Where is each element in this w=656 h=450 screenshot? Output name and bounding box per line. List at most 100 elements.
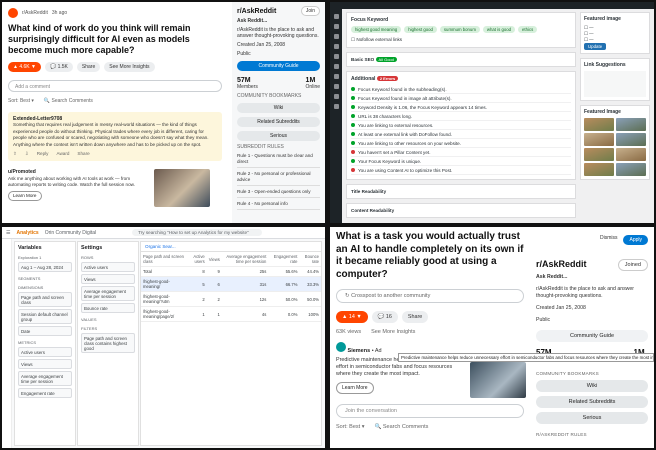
- keyword-chip[interactable]: ethics: [518, 26, 538, 33]
- column-header[interactable]: Bounce rate: [299, 252, 321, 267]
- content-readability-row[interactable]: Content Readability: [346, 203, 576, 218]
- row-chip[interactable]: Active users: [81, 262, 135, 272]
- column-header[interactable]: Engagement rate: [268, 252, 300, 267]
- learn-more-button[interactable]: Learn More: [8, 191, 42, 202]
- sort-dropdown[interactable]: Sort: Best ▾: [8, 98, 34, 104]
- dimension-chip[interactable]: Session default channel group: [18, 309, 72, 324]
- search-comments[interactable]: 🔍 Search Comments: [44, 98, 93, 104]
- keyword-chip[interactable]: summum bonum: [439, 26, 480, 33]
- metric-chip[interactable]: Engagement rate: [18, 388, 72, 398]
- vote-button[interactable]: ▲ 4.6K ▼: [8, 62, 41, 72]
- sort-dropdown[interactable]: Sort: Best ▾: [336, 424, 364, 430]
- column-header[interactable]: Active users: [186, 252, 207, 267]
- keyword-chip[interactable]: highest good: [404, 26, 437, 33]
- insights-link[interactable]: See More Insights: [371, 329, 415, 335]
- related-subreddits-button[interactable]: Related Subreddits: [237, 117, 320, 127]
- serious-button[interactable]: Serious: [536, 412, 648, 424]
- thumbnail[interactable]: [616, 118, 646, 131]
- row-chip[interactable]: Bounce rate: [81, 303, 135, 313]
- comments-button[interactable]: 💬 1.5K: [44, 62, 73, 72]
- basic-seo-row[interactable]: Basic SEO All Good: [346, 52, 576, 67]
- tab-organic[interactable]: Organic Sear...: [141, 242, 321, 252]
- thumbnail[interactable]: [616, 133, 646, 146]
- posts-icon[interactable]: [333, 24, 339, 29]
- share-comment-button[interactable]: Share: [77, 151, 89, 157]
- search-input[interactable]: Try searching "How to set up Analytics f…: [132, 229, 263, 236]
- insights-link[interactable]: See More Insights: [104, 62, 155, 72]
- advertiser-avatar-icon[interactable]: [336, 342, 346, 352]
- subreddit-avatar-icon[interactable]: [8, 8, 18, 18]
- share-button[interactable]: Share: [76, 62, 101, 72]
- joined-button[interactable]: Joined: [617, 259, 648, 271]
- row-chip[interactable]: Views: [81, 274, 135, 284]
- thumbnail[interactable]: [584, 163, 614, 176]
- join-conversation-input[interactable]: Join the conversation: [336, 404, 524, 418]
- keyword-chip[interactable]: highest good meaning: [351, 26, 402, 33]
- table-row[interactable]: /highest-good-meaning/page/2/1 1 4s 0.0% 100…: [141, 306, 321, 322]
- appearance-icon[interactable]: [333, 64, 339, 69]
- users-icon[interactable]: [333, 84, 339, 89]
- property-name[interactable]: Orin Community Digital: [45, 230, 96, 236]
- crosspost-field[interactable]: ↻ Crosspost to another community: [336, 289, 524, 303]
- serious-button[interactable]: Serious: [237, 131, 320, 141]
- thumbnail[interactable]: [616, 163, 646, 176]
- metric-chip[interactable]: Average engagement time per session: [18, 371, 72, 386]
- update-button[interactable]: Update: [584, 43, 607, 50]
- date-range[interactable]: Aug 1 – Aug 28, 2024: [18, 262, 72, 272]
- menu-icon[interactable]: ☰: [6, 230, 10, 236]
- wiki-button[interactable]: Wiki: [237, 103, 320, 113]
- dismiss-button[interactable]: Dismiss: [600, 235, 618, 245]
- comments-icon[interactable]: [333, 54, 339, 59]
- subreddit-name[interactable]: r/AskReddit: [22, 10, 48, 16]
- rule-item[interactable]: Rule 4 - No personal info: [237, 201, 320, 210]
- reply-button[interactable]: Reply: [37, 151, 49, 157]
- promoted-video-thumbnail[interactable]: [154, 169, 210, 208]
- metric-chip[interactable]: Active users: [18, 347, 72, 357]
- exploration-name[interactable]: Exploration 1: [18, 255, 72, 260]
- title-readability-row[interactable]: Title Readability: [346, 184, 576, 199]
- filter-chip[interactable]: Page path and screen class contains high…: [81, 333, 135, 353]
- pages-icon[interactable]: [333, 44, 339, 49]
- dimension-chip[interactable]: Page path and screen class: [18, 292, 72, 307]
- related-subreddits-button[interactable]: Related Subreddits: [536, 396, 648, 408]
- share-button[interactable]: Share: [401, 311, 429, 323]
- downvote-icon[interactable]: ⇩: [25, 151, 29, 157]
- learn-more-button[interactable]: Learn More: [336, 382, 374, 394]
- row-chip[interactable]: Average engagement time per session: [81, 286, 135, 301]
- search-comments[interactable]: 🔍 Search Comments: [374, 424, 428, 430]
- join-button[interactable]: Join: [300, 6, 320, 16]
- table-row[interactable]: /highest-good-meaning/?utm 2 2 12s 50.0% 50.0…: [141, 291, 321, 307]
- settings-icon[interactable]: [333, 104, 339, 109]
- column-header[interactable]: Views: [206, 252, 222, 267]
- metric-chip[interactable]: Views: [18, 359, 72, 369]
- cell: /highest-good-meaning/?utm: [141, 291, 187, 307]
- rule-item[interactable]: Rule 2 - No personal or professional adv…: [237, 171, 320, 186]
- rule-item[interactable]: Rule 3 - Open-ended questions only: [237, 189, 320, 198]
- apply-button[interactable]: Apply: [623, 235, 648, 245]
- column-header[interactable]: Page path and screen class: [141, 252, 187, 267]
- upvote-icon[interactable]: ⇧: [13, 151, 17, 157]
- thumbnail[interactable]: [616, 148, 646, 161]
- dimension-chip[interactable]: Date: [18, 326, 72, 336]
- nofollow-checkbox[interactable]: ☐ Nofollow external links: [351, 37, 571, 43]
- ad-author[interactable]: Siemens: [348, 348, 371, 354]
- media-icon[interactable]: [333, 34, 339, 39]
- community-guide-button[interactable]: Community Guide: [536, 330, 648, 342]
- thumbnail[interactable]: [584, 133, 614, 146]
- award-button[interactable]: Award: [56, 151, 69, 157]
- community-guide-button[interactable]: Community Guide: [237, 61, 320, 71]
- thumbnail[interactable]: [584, 148, 614, 161]
- table-row[interactable]: /highest-good-meaning/5 6 31s 66.7% 33.3%: [141, 276, 321, 292]
- comment-input[interactable]: Add a comment: [8, 80, 222, 92]
- vote-button[interactable]: ▲ 14 ▼: [336, 311, 368, 323]
- dashboard-icon[interactable]: [333, 14, 339, 19]
- column-header[interactable]: Average engagement time per session: [221, 252, 269, 267]
- plugins-icon[interactable]: [333, 74, 339, 79]
- comments-button[interactable]: 💬 16: [371, 311, 398, 323]
- rule-item[interactable]: Rule 1 - Questions must be clear and dir…: [237, 153, 320, 168]
- tools-icon[interactable]: [333, 94, 339, 99]
- ad-video-thumbnail[interactable]: [470, 362, 526, 398]
- wiki-button[interactable]: Wiki: [536, 380, 648, 392]
- thumbnail[interactable]: [584, 118, 614, 131]
- keyword-chip[interactable]: what is good: [482, 26, 516, 33]
